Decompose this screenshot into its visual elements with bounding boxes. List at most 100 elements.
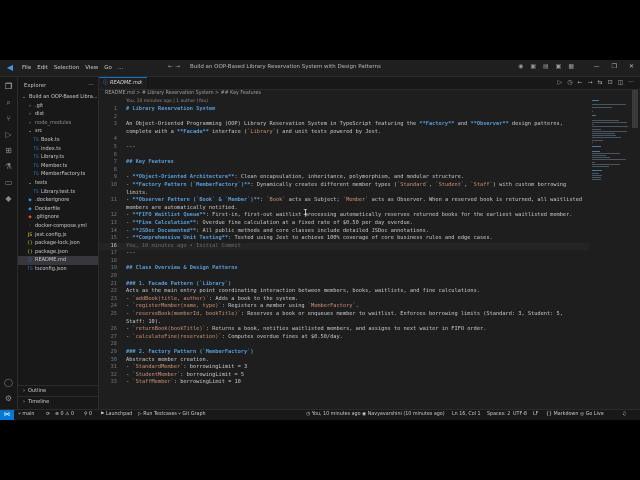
source-control-icon[interactable]: ⑂ — [3, 113, 14, 124]
timeline-section[interactable]: › Timeline — [18, 396, 98, 407]
explorer-icon[interactable]: ❐ — [3, 81, 14, 92]
editor-line[interactable]: complete with a **Facade** interface (`L… — [99, 129, 589, 137]
author-item[interactable]: ◉ Navyavarshini (10 minutes ago) — [362, 410, 445, 420]
run-testcases-item[interactable]: ▷ Run Testcases — [138, 410, 177, 420]
compare-icon[interactable]: ⇆ — [598, 79, 603, 86]
more-actions-icon[interactable]: ··· — [88, 82, 94, 89]
git-graph-item[interactable]: ⑂ Git Graph — [178, 410, 206, 420]
ports-indicator[interactable]: ⚲ 0 — [84, 410, 92, 420]
tree-item[interactable]: › dist — [18, 110, 98, 119]
tree-item[interactable]: ⌄ Build an OOP-Based Libra... — [18, 93, 98, 102]
menu-item[interactable]: File — [22, 65, 31, 71]
tree-item[interactable]: TS tsconfig.json — [18, 265, 98, 274]
editor-line[interactable]: 28 — [99, 341, 589, 349]
breadcrumb[interactable]: README.md > # Library Reservation System… — [105, 91, 261, 96]
tree-item[interactable]: TS Library.test.ts — [18, 188, 98, 197]
timeline-icon[interactable]: ◷ — [567, 79, 572, 86]
menu-item[interactable]: View — [85, 65, 98, 71]
editor-line[interactable]: 14 - **JSDoc Documented**: All public met… — [99, 228, 589, 236]
editor-line[interactable]: 27 - `calculateFine(reservation)`: Comput… — [99, 334, 589, 342]
tree-item[interactable]: ◆ Dockerfile — [18, 205, 98, 214]
forward-arrow-icon[interactable]: → — [175, 63, 180, 70]
editor-line[interactable]: 24 - `registerMember(name, type)`: Regist… — [99, 303, 589, 311]
editor-line[interactable]: 9 - **Object-Oriented Architecture**: Cle… — [99, 174, 589, 182]
back-icon[interactable]: ← — [577, 79, 582, 86]
window-title[interactable]: Build an OOP-Based Library Reservation S… — [190, 64, 381, 70]
editor-line[interactable]: 2 — [99, 114, 589, 122]
vertical-scrollbar[interactable] — [632, 90, 638, 408]
codelens-blame[interactable]: You, 10 minutes ago | 1 author (You) — [126, 99, 208, 104]
editor-line[interactable]: 21 ### 1. Facade Pattern (`Library`) — [99, 281, 589, 289]
tree-item[interactable]: {} package.json — [18, 248, 98, 257]
tree-item[interactable]: TS MemberFactory.ts — [18, 170, 98, 179]
run-debug-icon[interactable]: ▷ — [3, 129, 14, 140]
editor-line[interactable]: 1 # Library Reservation System — [99, 106, 589, 114]
toggle-secondary-sidebar-icon[interactable]: ▣ — [556, 63, 562, 70]
editor-line[interactable]: 3 An Object-Oriented Programming (OOP) Li… — [99, 121, 589, 129]
editor-line[interactable]: 22 Acts as the main entry point coordinat… — [99, 288, 589, 296]
editor-line[interactable]: 13 - **Fine Calculation**: Overdue fine c… — [99, 220, 589, 228]
run-icon[interactable]: ▷ — [558, 79, 563, 86]
tree-item[interactable]: ◆ .gitignore — [18, 213, 98, 222]
account-icon[interactable]: ◯ — [3, 377, 14, 388]
tree-item[interactable]: {} package-lock.json — [18, 239, 98, 248]
tree-item[interactable]: › .git — [18, 102, 98, 111]
launchpad-item[interactable]: ⚑ Launchpad — [100, 410, 132, 420]
sync-icon[interactable]: ⟳ — [46, 410, 50, 420]
toggle-panel-icon[interactable]: ▤ — [543, 63, 549, 70]
line-ending[interactable]: LF — [533, 410, 538, 420]
menu-item[interactable]: ... — [118, 65, 123, 71]
toggle-sidebar-icon[interactable]: ▣ — [530, 63, 536, 70]
editor-line[interactable]: 15 - **Comprehensive Unit Testing**: Test… — [99, 235, 589, 243]
editor-line[interactable]: 26 - `returnBook(bookTitle)`: Returns a b… — [99, 326, 589, 334]
tree-item[interactable]: TS Member.ts — [18, 162, 98, 171]
editor-line[interactable]: members are automatically notified. — [99, 205, 589, 213]
customize-layout-icon[interactable]: ▦ — [568, 63, 574, 70]
language-mode[interactable]: {} Markdown — [546, 410, 578, 420]
settings-gear-icon[interactable]: ⚙ — [3, 393, 14, 404]
branch-indicator[interactable]: ⑂ main — [18, 410, 34, 420]
editor-line[interactable]: 33 - `StaffMember`: borrowingLimit = 10 — [99, 379, 589, 387]
menu-item[interactable]: Edit — [37, 65, 48, 71]
editor-line[interactable]: 18 — [99, 258, 589, 266]
docker-icon[interactable]: ◆ — [3, 193, 14, 204]
close-icon[interactable]: ✕ — [629, 63, 634, 70]
editor-line[interactable]: 12 - **FIFO Waitlist Queue**: First-in, f… — [99, 212, 589, 220]
notifications-icon[interactable]: ♫ — [622, 410, 626, 420]
tab-readme[interactable]: ⓘ README.md × — [99, 77, 147, 89]
scroll-thumb[interactable] — [632, 90, 638, 128]
editor-line[interactable]: 7 ## Key Features — [99, 159, 589, 167]
editor-line[interactable]: 5 --- — [99, 144, 589, 152]
remote-explorer-icon[interactable]: ▭ — [3, 177, 14, 188]
tree-item[interactable]: TS Book.ts — [18, 136, 98, 145]
cursor-position[interactable]: Ln 16, Col 1 — [452, 410, 481, 420]
editor-line[interactable]: 23 - `addBook(title, author)`: Adds a boo… — [99, 296, 589, 304]
close-tab-icon[interactable]: × — [139, 78, 143, 89]
editor-line[interactable]: limits. — [99, 190, 589, 198]
tree-item[interactable]: TS index.ts — [18, 145, 98, 154]
back-arrow-icon[interactable]: ← — [168, 63, 173, 70]
more-icon[interactable]: ··· — [628, 79, 634, 86]
tree-item[interactable]: ⓘ README.md — [18, 256, 98, 265]
editor-line[interactable]: 25 - `reserveBook(memberId, bookTitle)`: … — [99, 311, 589, 319]
tree-item[interactable]: ⌄ src — [18, 127, 98, 136]
editor-line[interactable]: 20 — [99, 273, 589, 281]
git-blame-item[interactable]: ◷ You, 10 minutes ago — [306, 410, 361, 420]
editor-line[interactable]: 32 - `StudentMember`: borrowingLimit = 5 — [99, 372, 589, 380]
problems-indicator[interactable]: ⊗ 0 ⚠ 0 — [55, 410, 74, 420]
restore-icon[interactable]: ❐ — [612, 63, 617, 70]
editor-line[interactable]: 31 - `StandardMember`: borrowingLimit = 3 — [99, 364, 589, 372]
menu-item[interactable]: Selection — [54, 65, 79, 71]
editor-line[interactable]: 29 ### 2. Factory Pattern (`MemberFactory… — [99, 349, 589, 357]
encoding[interactable]: UTF-8 — [513, 410, 527, 420]
indentation[interactable]: Spaces: 2 — [487, 410, 510, 420]
testing-icon[interactable]: ⚗ — [3, 161, 14, 172]
search-icon[interactable]: ⌕ — [3, 97, 14, 108]
editor-content[interactable]: 1 # Library Reservation System 2 3 An Object… — [99, 106, 589, 406]
menu-item[interactable]: Go — [104, 65, 112, 71]
tree-item[interactable]: ! docker-compose.yml — [18, 222, 98, 231]
minimize-icon[interactable]: — — [594, 63, 600, 70]
copilot-icon[interactable]: ◉ — [518, 63, 523, 70]
editor-line[interactable]: Staff: 10). — [99, 319, 589, 327]
editor-line[interactable]: 19 ## Class Overview & Design Patterns — [99, 265, 589, 273]
